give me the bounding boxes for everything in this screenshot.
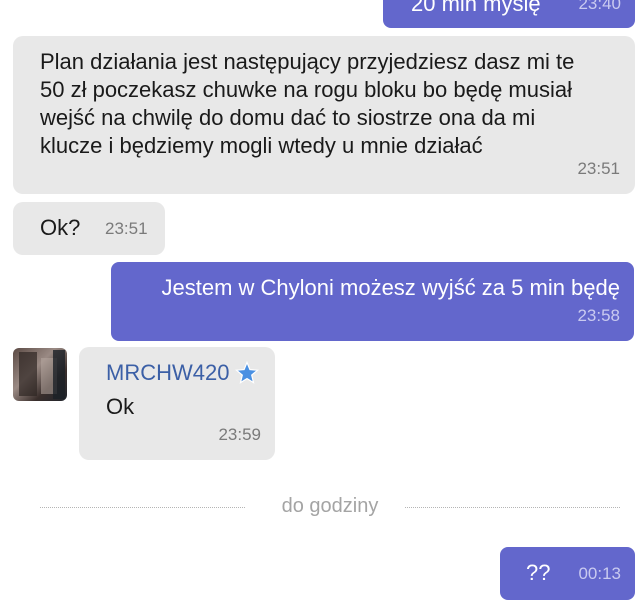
- message-time: 00:13: [578, 564, 621, 583]
- message-line: wejść na chwilę do domu dać to siostrze …: [40, 105, 536, 130]
- avatar-photo-icon: [19, 350, 65, 399]
- message-text: 20 min myślę: [411, 0, 541, 16]
- divider-line: [405, 507, 620, 508]
- chat-screen: 20 min myślę 23:40 Plan działania jest n…: [0, 0, 640, 600]
- sender-name-row[interactable]: MRCHW420: [106, 359, 260, 387]
- star-icon: [235, 361, 260, 384]
- outgoing-message[interactable]: ?? 00:13: [500, 547, 635, 600]
- sender-name: MRCHW420: [106, 360, 230, 385]
- message-text: Jestem w Chyloni możesz wyjść za 5 min b…: [161, 275, 621, 300]
- time-divider: do godziny: [40, 493, 620, 521]
- message-line: 50 zł poczekasz chuwke na rogu bloku bo …: [40, 77, 572, 102]
- incoming-message[interactable]: MRCHW420 Ok 23:59: [79, 347, 275, 460]
- message-time: 23:59: [218, 425, 261, 444]
- message-text: Ok: [106, 394, 135, 419]
- message-time: 23:40: [578, 0, 621, 13]
- outgoing-message[interactable]: 20 min myślę 23:40: [383, 0, 635, 28]
- message-time: 23:58: [577, 306, 620, 325]
- message-text: Ok?: [40, 215, 81, 240]
- message-time: 23:51: [577, 159, 620, 178]
- outgoing-message[interactable]: Jestem w Chyloni możesz wyjść za 5 min b…: [111, 262, 634, 341]
- sender-avatar[interactable]: [13, 348, 67, 401]
- message-text: ??: [526, 560, 551, 585]
- message-time: 23:51: [105, 219, 148, 238]
- incoming-message[interactable]: Plan działania jest następujący przyjedz…: [13, 36, 635, 194]
- message-line: Plan działania jest następujący przyjedz…: [40, 49, 575, 74]
- incoming-message[interactable]: Ok? 23:51: [13, 202, 165, 255]
- message-line: klucze i będziemy mogli wtedy u mnie dzi…: [40, 133, 483, 158]
